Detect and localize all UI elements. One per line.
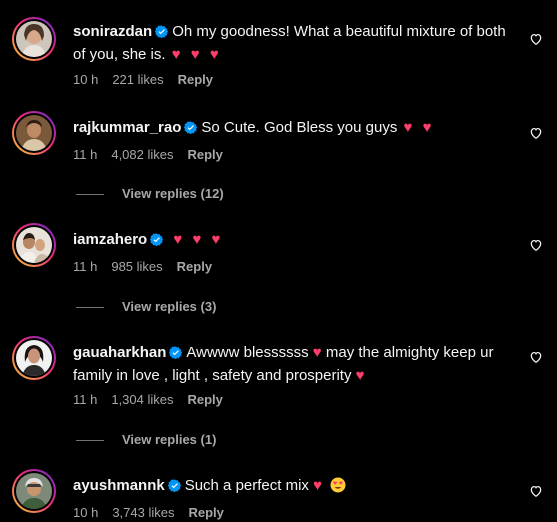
comment-meta: 10 h 3,743 likes Reply bbox=[73, 505, 238, 520]
avatar[interactable] bbox=[12, 223, 56, 267]
heart-emoji: ♥ bbox=[313, 477, 322, 494]
avatar[interactable] bbox=[12, 111, 56, 155]
username[interactable]: gauaharkhan bbox=[73, 344, 166, 361]
likes-count[interactable]: 1,304 likes bbox=[111, 392, 173, 407]
heart-emoji: ♥ bbox=[355, 367, 365, 384]
comment-body: iamzahero ♥ ♥ ♥ bbox=[73, 229, 513, 252]
heart-emoji: ♥ bbox=[312, 344, 322, 361]
timestamp: 11 h bbox=[73, 392, 98, 407]
heart-outline-icon[interactable] bbox=[529, 126, 543, 140]
divider-line bbox=[76, 307, 104, 309]
avatar[interactable] bbox=[12, 336, 56, 380]
divider-line bbox=[76, 194, 104, 196]
comment-text: Such a perfect mix bbox=[184, 477, 309, 494]
divider-line bbox=[76, 440, 104, 442]
likes-count[interactable]: 221 likes bbox=[112, 72, 163, 87]
timestamp: 10 h bbox=[73, 505, 99, 520]
heart-emoji: ♥ ♥ ♥ bbox=[171, 46, 222, 63]
comment-body: ayushmannk Such a perfect mix ♥ bbox=[73, 475, 513, 499]
verified-badge-icon bbox=[167, 477, 181, 498]
comment-body: sonirazdan Oh my goodness! What a beautif… bbox=[73, 21, 513, 65]
comment-meta: 11 h 1,304 likes Reply bbox=[73, 392, 237, 407]
verified-badge-icon bbox=[154, 23, 169, 44]
view-replies-button[interactable]: View replies (1) bbox=[76, 432, 216, 447]
likes-count[interactable]: 4,082 likes bbox=[111, 147, 173, 162]
reply-button[interactable]: Reply bbox=[188, 147, 223, 162]
heart-emoji: ♥ ♥ ♥ bbox=[173, 231, 224, 248]
timestamp: 11 h bbox=[73, 259, 98, 274]
reply-button[interactable]: Reply bbox=[188, 505, 223, 520]
comment-meta: 10 h 221 likes Reply bbox=[73, 72, 227, 87]
heart-eyes-emoji bbox=[330, 477, 346, 499]
reply-button[interactable]: Reply bbox=[177, 259, 212, 274]
heart-outline-icon[interactable] bbox=[529, 484, 543, 498]
comment-body: gauaharkhan Awwww blessssss ♥ may the alm… bbox=[73, 342, 513, 386]
comment-body: rajkummar_rao So Cute. God Bless you guys… bbox=[73, 117, 513, 140]
view-replies-button[interactable]: View replies (3) bbox=[76, 299, 216, 314]
view-replies-label[interactable]: View replies (1) bbox=[122, 432, 216, 447]
view-replies-label[interactable]: View replies (12) bbox=[122, 186, 224, 201]
view-replies-label[interactable]: View replies (3) bbox=[122, 299, 216, 314]
username[interactable]: iamzahero bbox=[73, 231, 147, 248]
comment-text: So Cute. God Bless you guys bbox=[201, 119, 398, 136]
comment-meta: 11 h 4,082 likes Reply bbox=[73, 147, 237, 162]
heart-outline-icon[interactable] bbox=[529, 238, 543, 252]
likes-count[interactable]: 3,743 likes bbox=[112, 505, 174, 520]
timestamp: 11 h bbox=[73, 147, 98, 162]
likes-count[interactable]: 985 likes bbox=[111, 259, 162, 274]
username[interactable]: rajkummar_rao bbox=[73, 119, 181, 136]
avatar[interactable] bbox=[12, 17, 56, 61]
heart-outline-icon[interactable] bbox=[529, 32, 543, 46]
heart-emoji: ♥ ♥ bbox=[403, 119, 435, 136]
verified-badge-icon bbox=[184, 119, 198, 140]
username[interactable]: ayushmannk bbox=[73, 477, 165, 494]
verified-badge-icon bbox=[169, 344, 183, 365]
username[interactable]: sonirazdan bbox=[73, 23, 152, 40]
avatar[interactable] bbox=[12, 469, 56, 513]
comment-meta: 11 h 985 likes Reply bbox=[73, 259, 226, 274]
heart-outline-icon[interactable] bbox=[529, 350, 543, 364]
view-replies-button[interactable]: View replies (12) bbox=[76, 186, 224, 201]
verified-badge-icon bbox=[149, 231, 164, 252]
timestamp: 10 h bbox=[73, 72, 99, 87]
comment-text: Awwww blessssss bbox=[186, 344, 309, 361]
reply-button[interactable]: Reply bbox=[188, 392, 223, 407]
reply-button[interactable]: Reply bbox=[178, 72, 213, 87]
